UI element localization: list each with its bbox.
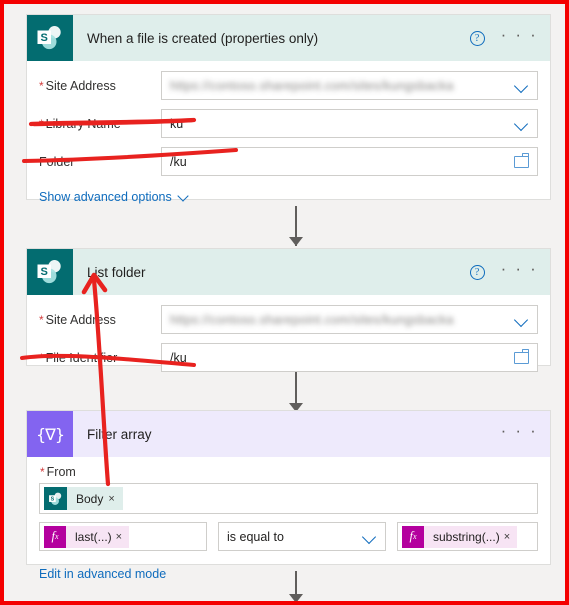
token-expression-right[interactable]: fx substring(...) × bbox=[402, 525, 518, 548]
card-header[interactable]: S When a file is created (properties onl… bbox=[27, 15, 550, 61]
svg-text:S: S bbox=[41, 266, 48, 278]
field-label: * Library Name bbox=[39, 116, 121, 131]
filter-array-icon: {∇} bbox=[27, 411, 73, 457]
field-site-address[interactable]: * Site Address https://contoso.sharepoint… bbox=[39, 305, 538, 334]
folder-picker-icon[interactable] bbox=[514, 152, 529, 168]
sharepoint-logo-glyph: S bbox=[37, 260, 61, 284]
filter-array-glyph: {∇} bbox=[35, 424, 65, 444]
required-asterisk: * bbox=[39, 350, 44, 365]
field-value: /ku bbox=[170, 154, 187, 169]
site-address-dropdown[interactable]: https://contoso.sharepoint.com/sites/kun… bbox=[161, 71, 538, 100]
library-name-dropdown[interactable]: ku bbox=[161, 109, 538, 138]
folder-picker-icon[interactable] bbox=[514, 348, 529, 364]
sharepoint-logo-glyph: S bbox=[37, 26, 61, 50]
operator-label: is equal to bbox=[227, 529, 284, 544]
file-identifier-input[interactable]: /ku bbox=[161, 343, 538, 372]
chevron-down-icon[interactable] bbox=[515, 119, 529, 128]
help-icon[interactable]: ? bbox=[469, 30, 485, 46]
card-title: List folder bbox=[87, 264, 146, 280]
required-asterisk: * bbox=[39, 116, 44, 131]
card-body: * Site Address https://contoso.sharepoint… bbox=[27, 61, 550, 218]
connector-list-folder-to-filter-array bbox=[289, 372, 303, 412]
token-label: last(...) bbox=[75, 529, 112, 544]
token-label: substring(...) bbox=[433, 529, 500, 544]
field-value: /ku bbox=[170, 350, 187, 365]
field-value: ku bbox=[170, 116, 184, 131]
field-value: https://contoso.sharepoint.com/sites/kun… bbox=[170, 78, 454, 93]
arrow-head-icon bbox=[289, 237, 303, 246]
from-label: * From bbox=[40, 465, 76, 479]
more-options-icon[interactable]: · · · bbox=[501, 26, 538, 46]
help-icon[interactable]: ? bbox=[469, 264, 485, 280]
sharepoint-icon: S bbox=[27, 15, 73, 61]
sharepoint-icon: S bbox=[27, 249, 73, 295]
chevron-down-icon bbox=[179, 193, 188, 202]
more-options-icon[interactable]: · · · bbox=[501, 422, 538, 442]
fx-icon: fx bbox=[402, 525, 424, 548]
card-title: When a file is created (properties only) bbox=[87, 30, 319, 46]
condition-row: fx last(...) × is equal to fx substring(… bbox=[39, 522, 538, 551]
action-card-filter-array[interactable]: {∇} Filter array · · · * From S Body × f… bbox=[26, 410, 551, 581]
close-icon[interactable]: × bbox=[504, 531, 517, 543]
flow-canvas: S When a file is created (properties onl… bbox=[8, 8, 565, 601]
field-label: Folder bbox=[39, 154, 75, 169]
action-card-list-folder[interactable]: S List folder ? · · · * Site Address http… bbox=[26, 248, 551, 372]
sharepoint-token-icon: S bbox=[44, 487, 67, 510]
token-body[interactable]: S Body × bbox=[44, 487, 123, 510]
fx-icon: fx bbox=[44, 525, 66, 548]
show-advanced-options-link[interactable]: Show advanced options bbox=[39, 190, 188, 204]
card-header[interactable]: S List folder ? · · · bbox=[27, 249, 550, 295]
required-asterisk: * bbox=[40, 465, 45, 479]
connector-trigger-to-list-folder bbox=[289, 206, 303, 246]
card-body: * Site Address https://contoso.sharepoint… bbox=[27, 295, 550, 384]
svg-text:S: S bbox=[41, 32, 48, 44]
field-label: * Site Address bbox=[39, 312, 116, 327]
from-input[interactable]: S Body × bbox=[39, 483, 538, 514]
card-header[interactable]: {∇} Filter array · · · bbox=[27, 411, 550, 457]
field-library-name[interactable]: * Library Name ku bbox=[39, 109, 538, 138]
chevron-down-icon[interactable] bbox=[515, 81, 529, 90]
field-label: * Site Address bbox=[39, 78, 116, 93]
svg-text:S: S bbox=[51, 496, 55, 502]
condition-left-input[interactable]: fx last(...) × bbox=[39, 522, 207, 551]
field-folder[interactable]: Folder /ku bbox=[39, 147, 538, 176]
more-options-icon[interactable]: · · · bbox=[501, 260, 538, 280]
edit-in-advanced-mode-link[interactable]: Edit in advanced mode bbox=[39, 567, 166, 581]
chevron-down-icon[interactable] bbox=[515, 315, 529, 324]
field-site-address[interactable]: * Site Address https://contoso.sharepoint… bbox=[39, 71, 538, 100]
required-asterisk: * bbox=[39, 78, 44, 93]
token-label: Body bbox=[76, 491, 104, 506]
card-title: Filter array bbox=[87, 426, 152, 442]
required-asterisk: * bbox=[39, 312, 44, 327]
condition-right-input[interactable]: fx substring(...) × bbox=[397, 522, 538, 551]
chevron-down-icon[interactable] bbox=[363, 532, 377, 541]
connector-filter-array-to-next bbox=[289, 571, 303, 601]
condition-operator-dropdown[interactable]: is equal to bbox=[218, 522, 386, 551]
field-label: * File Identifier bbox=[39, 350, 118, 365]
site-address-dropdown[interactable]: https://contoso.sharepoint.com/sites/kun… bbox=[161, 305, 538, 334]
folder-picker-input[interactable]: /ku bbox=[161, 147, 538, 176]
action-card-trigger[interactable]: S When a file is created (properties onl… bbox=[26, 14, 551, 204]
field-value: https://contoso.sharepoint.com/sites/kun… bbox=[170, 312, 454, 327]
close-icon[interactable]: × bbox=[116, 531, 129, 543]
screenshot-root: S When a file is created (properties onl… bbox=[0, 0, 569, 605]
field-file-identifier[interactable]: * File Identifier /ku bbox=[39, 343, 538, 372]
sharepoint-logo-glyph: S bbox=[49, 492, 62, 505]
token-expression-left[interactable]: fx last(...) × bbox=[44, 525, 130, 548]
arrow-head-icon bbox=[289, 594, 303, 601]
close-icon[interactable]: × bbox=[108, 493, 122, 505]
